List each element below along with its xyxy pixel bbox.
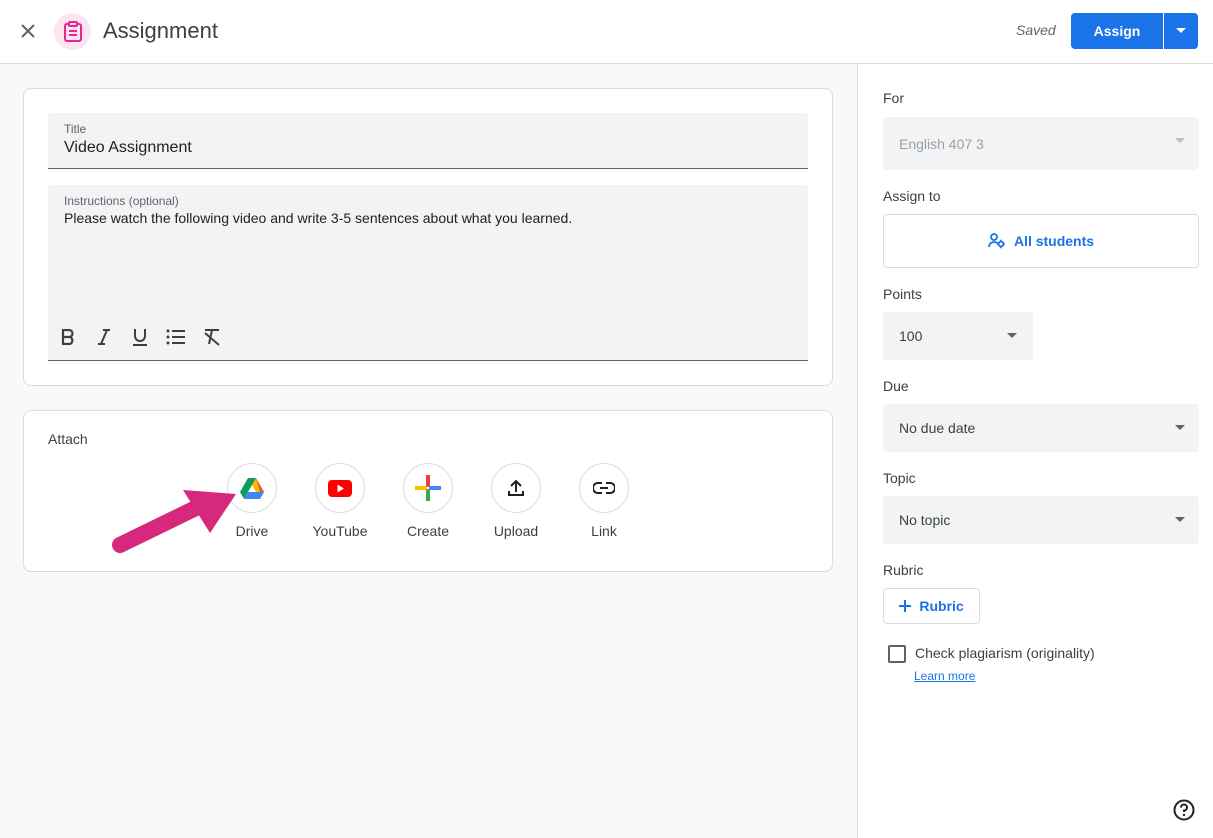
- students-icon: [988, 233, 1005, 249]
- title-input[interactable]: Video Assignment: [64, 139, 192, 157]
- page-title: Assignment: [103, 18, 218, 43]
- italic-icon[interactable]: [92, 325, 116, 349]
- attach-link-button[interactable]: Link: [569, 463, 639, 539]
- class-select[interactable]: English 407 3: [883, 117, 1199, 170]
- attach-youtube-button[interactable]: YouTube: [305, 463, 375, 539]
- title-field[interactable]: Title Video Assignment: [48, 113, 808, 169]
- attach-youtube-label: YouTube: [312, 523, 368, 539]
- youtube-icon: [315, 463, 365, 513]
- bold-icon[interactable]: [56, 325, 80, 349]
- topic-select[interactable]: No topic: [883, 496, 1199, 544]
- add-rubric-button[interactable]: Rubric: [883, 588, 980, 624]
- instructions-field-label: Instructions (optional): [64, 194, 179, 208]
- attach-label: Attach: [48, 431, 88, 447]
- due-date-select[interactable]: No due date: [883, 404, 1199, 452]
- for-label: For: [883, 90, 904, 106]
- add-rubric-label: Rubric: [919, 598, 964, 614]
- settings-panel: For English 407 3 Assign to All students…: [857, 64, 1213, 838]
- assignment-details-card: Title Video Assignment Instructions (opt…: [23, 88, 833, 386]
- underline-icon[interactable]: [128, 325, 152, 349]
- assign-to-label: Assign to: [883, 188, 941, 204]
- annotation-arrow-icon: [112, 490, 236, 553]
- attach-create-button[interactable]: Create: [393, 463, 463, 539]
- caret-down-icon: [1175, 517, 1185, 522]
- close-icon[interactable]: [12, 15, 44, 47]
- top-bar: Assignment Saved Assign: [0, 0, 1213, 64]
- bulleted-list-icon[interactable]: [164, 325, 188, 349]
- due-date-value: No due date: [899, 420, 976, 436]
- assignment-icon: [54, 13, 91, 50]
- assign-to-value: All students: [1013, 233, 1095, 249]
- caret-down-icon: [1175, 138, 1185, 143]
- help-icon[interactable]: [1171, 797, 1197, 823]
- instructions-input[interactable]: Please watch the following video and wri…: [64, 210, 572, 226]
- link-icon: [579, 463, 629, 513]
- assign-to-button[interactable]: All students: [883, 214, 1199, 268]
- plus-icon: [899, 600, 912, 612]
- topic-label: Topic: [883, 470, 916, 486]
- attach-upload-button[interactable]: Upload: [481, 463, 551, 539]
- points-label: Points: [883, 286, 922, 302]
- due-label: Due: [883, 378, 909, 394]
- attach-create-label: Create: [406, 523, 450, 539]
- plagiarism-checkbox[interactable]: [888, 645, 906, 663]
- points-value: 100: [899, 328, 923, 344]
- caret-down-icon: [1176, 28, 1186, 33]
- topic-value: No topic: [899, 512, 951, 528]
- attach-link-label: Link: [591, 523, 617, 539]
- caret-down-icon: [1007, 333, 1017, 338]
- attach-upload-label: Upload: [493, 523, 539, 539]
- title-field-label: Title: [64, 122, 87, 136]
- caret-down-icon: [1175, 425, 1185, 430]
- plus-icon: [403, 463, 453, 513]
- clear-formatting-icon[interactable]: [200, 325, 224, 349]
- points-select[interactable]: 100: [883, 312, 1033, 360]
- upload-icon: [491, 463, 541, 513]
- assign-options-button[interactable]: [1164, 13, 1198, 49]
- rubric-label: Rubric: [883, 562, 924, 578]
- instructions-field[interactable]: Instructions (optional) Please watch the…: [48, 185, 808, 361]
- plagiarism-label: Check plagiarism (originality): [915, 645, 1095, 661]
- assign-button[interactable]: Assign: [1071, 13, 1163, 49]
- saved-status: Saved: [1016, 22, 1056, 38]
- class-select-value: English 407 3: [899, 135, 984, 152]
- formatting-toolbar: [56, 325, 224, 349]
- learn-more-link[interactable]: Learn more: [914, 669, 975, 683]
